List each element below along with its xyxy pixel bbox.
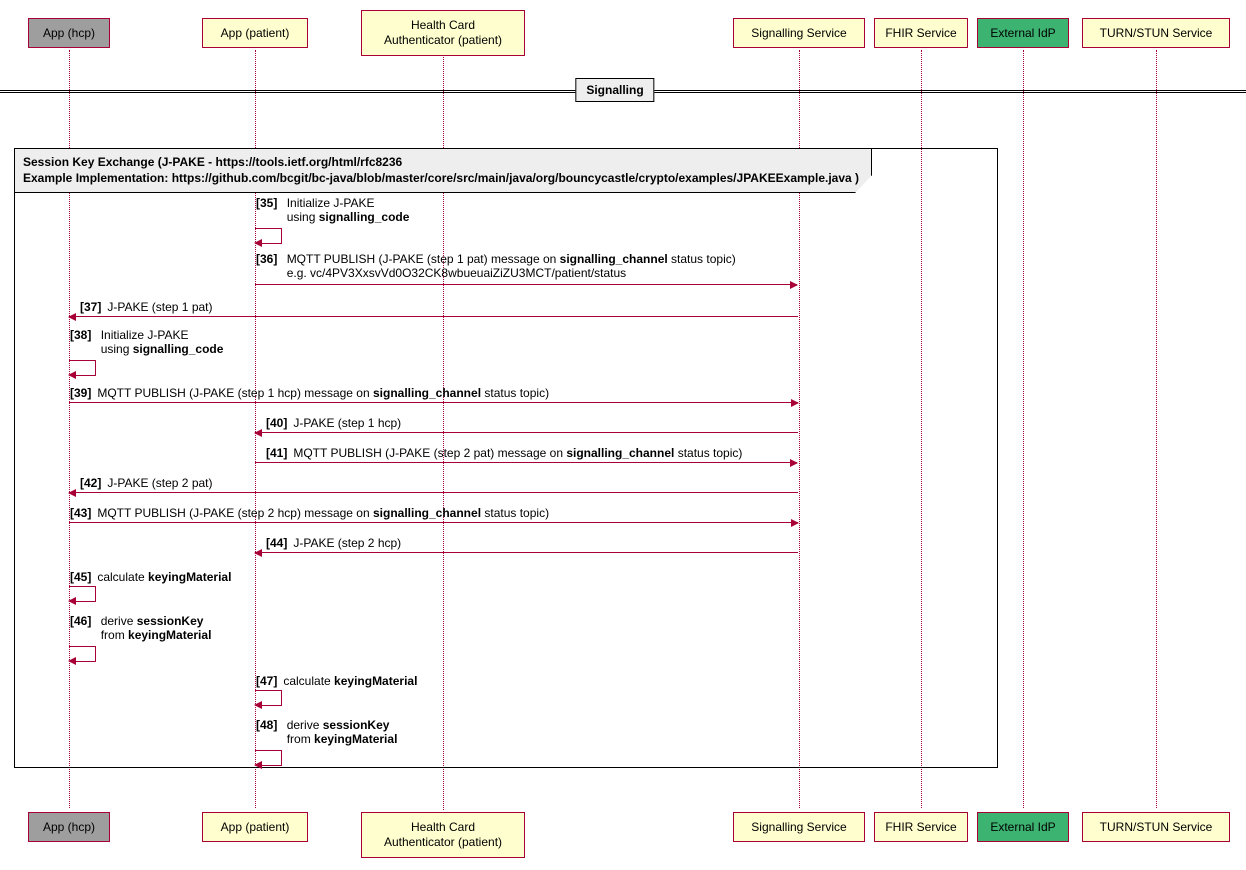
participant-label: Health Card Authenticator (patient) bbox=[384, 820, 502, 850]
msg-41-label: [41]MQTT PUBLISH (J-PAKE (step 2 pat) me… bbox=[266, 446, 742, 461]
fragment-title-line2: Example Implementation: https://github.c… bbox=[23, 171, 859, 187]
msg-46-label: [46] derive sessionKey from keyingMateri… bbox=[70, 614, 211, 643]
participant-label: TURN/STUN Service bbox=[1100, 26, 1213, 41]
participant-fhir-top: FHIR Service bbox=[874, 18, 968, 48]
msg-40-arrow bbox=[255, 432, 798, 433]
lifeline-idp bbox=[1023, 50, 1024, 808]
msg-43-label: [43]MQTT PUBLISH (J-PAKE (step 2 hcp) me… bbox=[70, 506, 549, 521]
participant-label: Signalling Service bbox=[751, 26, 846, 41]
msg-42-arrow bbox=[69, 492, 798, 493]
participant-label: App (patient) bbox=[221, 820, 290, 835]
participant-label: External IdP bbox=[990, 26, 1055, 41]
participant-label: TURN/STUN Service bbox=[1100, 820, 1213, 835]
participant-hca-patient-top: Health Card Authenticator (patient) bbox=[361, 10, 525, 56]
participant-fhir-bottom: FHIR Service bbox=[874, 812, 968, 842]
participants.fhir: FHIR Service bbox=[885, 820, 956, 835]
participant-label: App (hcp) bbox=[43, 820, 95, 835]
msg-36-label: [36] MQTT PUBLISH (J-PAKE (step 1 pat) m… bbox=[256, 252, 736, 281]
msg-45-label: [45]calculate keyingMaterial bbox=[70, 570, 231, 585]
msg-39-label: [39]MQTT PUBLISH (J-PAKE (step 1 hcp) me… bbox=[70, 386, 549, 401]
msg-40-label: [40]J-PAKE (step 1 hcp) bbox=[266, 416, 401, 431]
participant-turn-top: TURN/STUN Service bbox=[1082, 18, 1230, 48]
msg-36-arrow bbox=[255, 284, 797, 285]
msg-45-arrow bbox=[69, 586, 96, 602]
participant-app-hcp-top: App (hcp) bbox=[28, 18, 110, 48]
msg-37-arrow bbox=[69, 316, 798, 317]
participant-app-hcp-bottom: App (hcp) bbox=[28, 812, 110, 842]
msg-37-label: [37]J-PAKE (step 1 pat) bbox=[80, 300, 213, 315]
msg-41-arrow bbox=[255, 462, 797, 463]
fragment-title: Session Key Exchange (J-PAKE - https://t… bbox=[14, 148, 872, 193]
participant-turn-bottom: TURN/STUN Service bbox=[1082, 812, 1230, 842]
msg-38-label: [38] Initialize J-PAKE using signalling_… bbox=[70, 328, 223, 357]
divider-label: Signalling bbox=[575, 78, 654, 102]
msg-44-arrow bbox=[255, 552, 798, 553]
participant-app-patient-top: App (patient) bbox=[202, 18, 308, 48]
msg-47-label: [47]calculate keyingMaterial bbox=[256, 674, 417, 689]
msg-43-arrow bbox=[69, 522, 798, 523]
msg-48-arrow bbox=[255, 750, 282, 766]
participant-idp-bottom: External IdP bbox=[977, 812, 1069, 842]
participant-label: External IdP bbox=[990, 820, 1055, 835]
sequence-diagram: App (hcp) App (patient) Health Card Auth… bbox=[0, 0, 1246, 870]
participant-app-patient-bottom: App (patient) bbox=[202, 812, 308, 842]
msg-48-label: [48] derive sessionKey from keyingMateri… bbox=[256, 718, 397, 747]
msg-38-arrow bbox=[69, 360, 96, 376]
participant-hca-patient-bottom: Health Card Authenticator (patient) bbox=[361, 812, 525, 858]
participant-label: App (hcp) bbox=[43, 26, 95, 41]
participant-label: App (patient) bbox=[221, 26, 290, 41]
msg-35-arrow bbox=[255, 228, 282, 244]
participant-label: Health Card Authenticator (patient) bbox=[384, 18, 502, 48]
participant-signalling-bottom: Signalling Service bbox=[733, 812, 865, 842]
msg-39-arrow bbox=[69, 402, 798, 403]
msg-35-label: [35] Initialize J-PAKE using signalling_… bbox=[256, 196, 409, 225]
participant-label: Signalling Service bbox=[751, 820, 846, 835]
msg-42-label: [42]J-PAKE (step 2 pat) bbox=[80, 476, 213, 491]
participant-label: FHIR Service bbox=[885, 26, 956, 41]
msg-44-label: [44]J-PAKE (step 2 hcp) bbox=[266, 536, 401, 551]
fragment-title-line1: Session Key Exchange (J-PAKE - https://t… bbox=[23, 155, 402, 169]
msg-47-arrow bbox=[255, 690, 282, 706]
participant-idp-top: External IdP bbox=[977, 18, 1069, 48]
msg-46-arrow bbox=[69, 646, 96, 662]
participant-signalling-top: Signalling Service bbox=[733, 18, 865, 48]
lifeline-turn bbox=[1156, 50, 1157, 808]
